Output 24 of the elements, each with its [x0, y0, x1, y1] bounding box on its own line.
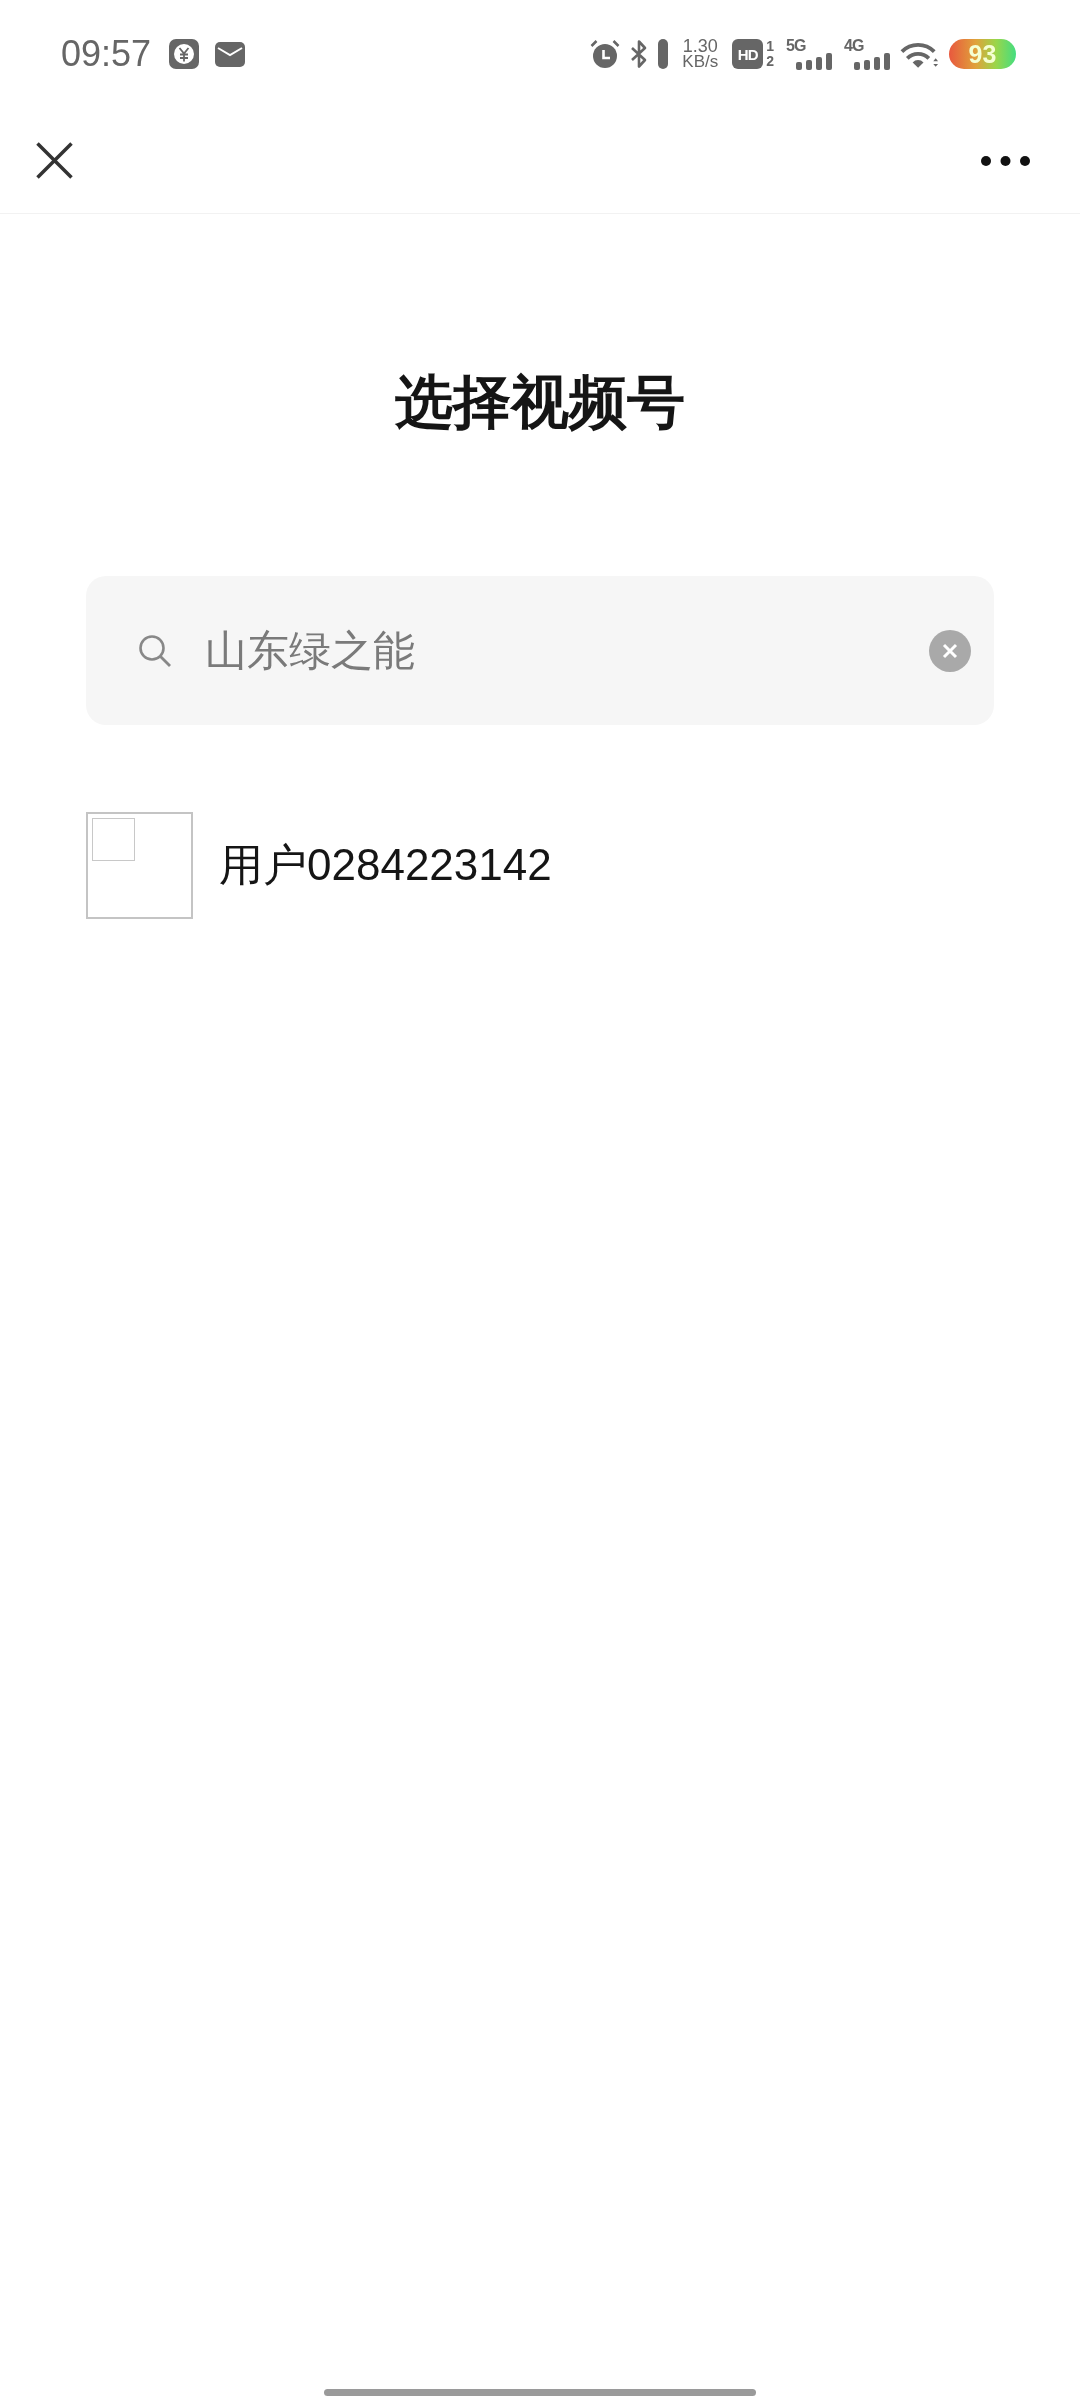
signal-icon	[854, 52, 890, 70]
envelope-icon	[215, 41, 246, 67]
sim-number: 1	[766, 39, 774, 54]
more-icon[interactable]	[981, 155, 1030, 166]
search-field[interactable]: 山东绿之能	[86, 576, 994, 725]
alarm-clock-icon	[590, 39, 621, 69]
battery-bar-icon	[658, 39, 669, 69]
network-type: 4G	[844, 38, 865, 53]
status-time: 09:57	[61, 36, 152, 72]
search-icon	[138, 633, 172, 668]
speed-unit: KB/s	[682, 54, 719, 69]
network-type: 5G	[786, 38, 807, 53]
bluetooth-icon	[630, 39, 649, 69]
hd-badge: HD	[732, 39, 764, 69]
close-icon[interactable]	[36, 142, 73, 179]
account-name[interactable]: 用户0284223142	[219, 836, 552, 895]
signal-icon	[796, 52, 832, 70]
battery-level: 93	[949, 39, 1016, 69]
search-query: 山东绿之能	[205, 625, 416, 676]
broken-image-icon	[92, 818, 135, 861]
sim-number: 2	[766, 54, 774, 69]
page-title: 选择视频号	[395, 368, 685, 436]
network-speed: 1.30	[682, 39, 718, 54]
yuan-coin-icon	[169, 39, 200, 69]
